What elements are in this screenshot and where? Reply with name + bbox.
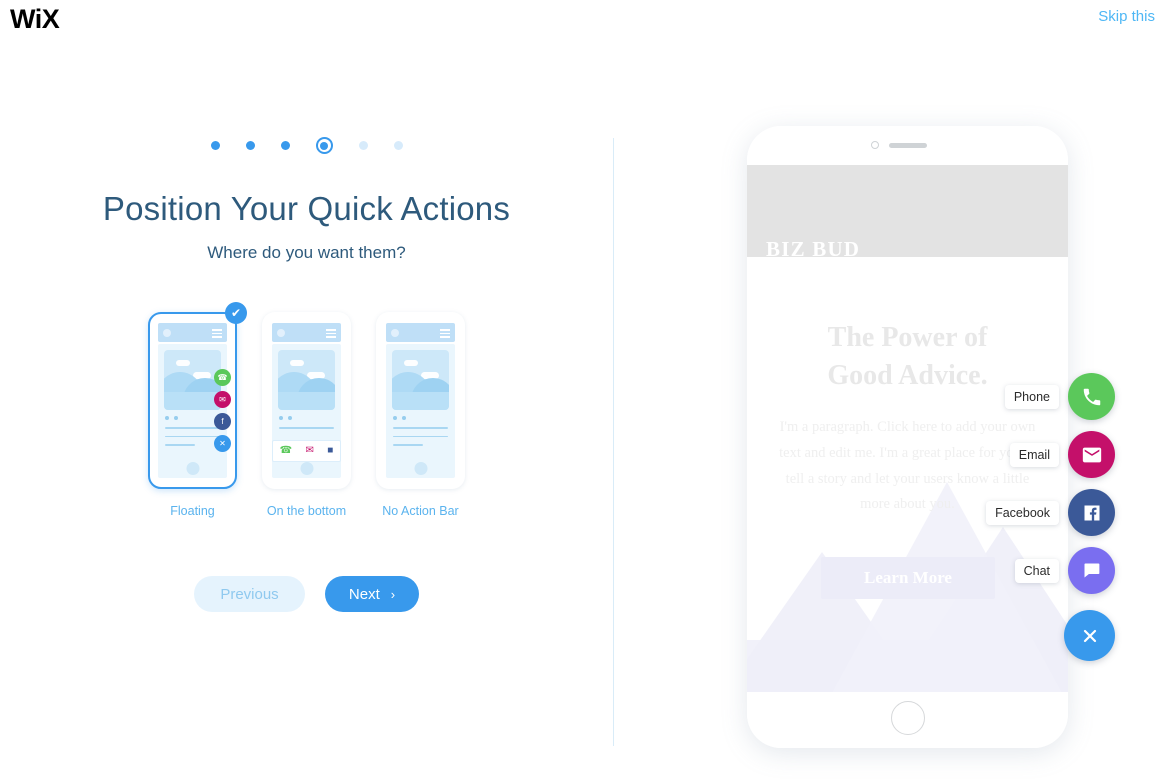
mini-text-lines: [393, 427, 448, 453]
quick-action-tooltip-phone: Phone: [1004, 384, 1059, 409]
progress-dot-6[interactable]: [393, 141, 403, 150]
facebook-icon[interactable]: [1068, 489, 1115, 536]
cloud-icon: [404, 360, 418, 366]
page-subtitle: Where do you want them?: [207, 243, 406, 262]
chat-icon[interactable]: [1068, 547, 1115, 594]
quick-action-tooltip-facebook: Facebook: [986, 500, 1059, 525]
mini-dots: [279, 416, 292, 420]
preview-heading-line1: The Power of: [827, 322, 988, 353]
option-no-action-bar-frame[interactable]: [376, 312, 465, 489]
mini-site-body: [386, 344, 455, 478]
quick-action-tooltip-chat: Chat: [1014, 558, 1059, 583]
mini-action-bar: ☎ ✉ ■: [272, 440, 341, 462]
mini-site-header: [272, 323, 341, 342]
progress-dot-1[interactable]: [210, 141, 220, 150]
close-icon[interactable]: [1064, 610, 1115, 661]
quick-action-email[interactable]: Email: [1009, 431, 1115, 478]
mini-logo-dot: [391, 329, 399, 337]
mini-text-lines: [279, 427, 334, 436]
option-on-the-bottom-frame[interactable]: ☎ ✉ ■: [262, 312, 351, 489]
cloud-icon: [176, 360, 190, 366]
home-button[interactable]: [890, 701, 925, 735]
onboarding-page: WiX Skip this Position Your Quick Action…: [0, 0, 1175, 784]
quick-action-tooltip-email: Email: [1009, 442, 1059, 467]
option-list: ✔ ☎ ✉ f ✕ Floating ☎ ✉ ■ On the bottom N…: [136, 302, 478, 518]
wizard-navigation: Previous Next ›: [194, 576, 419, 612]
mini-facebook-icon: f: [214, 413, 231, 430]
mini-phone-icon: ☎: [279, 445, 293, 456]
phone-mockup-none: [382, 319, 459, 482]
water-shape: [392, 392, 449, 410]
option-label-no-action-bar: No Action Bar: [382, 504, 459, 518]
mini-site-header: [158, 323, 227, 342]
chevron-right-icon: ›: [390, 586, 396, 602]
mini-email-icon: ✉: [214, 391, 231, 408]
phone-mockup-bottom: ☎ ✉ ■: [268, 319, 345, 482]
mini-hero-image: [392, 350, 449, 410]
option-on-the-bottom[interactable]: ☎ ✉ ■ On the bottom: [250, 312, 364, 518]
panel-divider: [613, 138, 614, 746]
next-button-label: Next: [348, 585, 380, 603]
phone-icon[interactable]: [1068, 373, 1115, 420]
quick-action-facebook[interactable]: Facebook: [986, 489, 1115, 536]
mini-hero-image: [164, 350, 221, 410]
mini-hero-image: [278, 350, 335, 410]
quick-action-chat[interactable]: Chat: [1014, 547, 1115, 594]
mini-home-button: [414, 462, 427, 475]
mini-floating-actions: ☎ ✉ f ✕: [214, 369, 231, 452]
progress-dot-3[interactable]: [280, 141, 290, 150]
preview-site-header: BIZ BUD: [747, 165, 1068, 261]
mini-menu-icon: [440, 329, 450, 340]
previous-button[interactable]: Previous: [194, 576, 305, 612]
progress-dot-4-active[interactable]: [315, 137, 333, 154]
skip-this-link[interactable]: Skip this: [1098, 8, 1155, 25]
camera-icon: [871, 141, 879, 149]
mini-dots: [393, 416, 406, 420]
quick-action-phone[interactable]: Phone: [1004, 373, 1115, 420]
phone-mockup-floating: ☎ ✉ f ✕: [154, 319, 231, 482]
option-floating-frame[interactable]: ✔ ☎ ✉ f ✕: [148, 302, 247, 489]
water-shape: [278, 392, 335, 410]
wizard-panel: Position Your Quick Actions Where do you…: [0, 0, 613, 784]
quick-action-close[interactable]: [1064, 610, 1115, 661]
progress-dot-2[interactable]: [245, 141, 255, 150]
phone-top-bar: [747, 126, 1068, 165]
mini-close-icon: ✕: [214, 435, 231, 452]
next-button[interactable]: Next ›: [325, 576, 419, 612]
learn-more-button[interactable]: Learn More: [821, 557, 995, 599]
email-icon[interactable]: [1068, 431, 1115, 478]
option-no-action-bar[interactable]: No Action Bar: [364, 312, 478, 518]
progress-dot-5[interactable]: [358, 141, 368, 150]
mini-phone-icon: ☎: [214, 369, 231, 386]
mini-home-button: [300, 462, 313, 475]
mini-email-icon: ✉: [305, 445, 314, 456]
phone-bottom-bar: [747, 692, 1068, 748]
option-label-floating: Floating: [170, 504, 215, 518]
mini-logo-dot: [277, 329, 285, 337]
mini-logo-dot: [163, 329, 171, 337]
mini-site-header: [386, 323, 455, 342]
mini-facebook-icon: ■: [327, 445, 334, 456]
option-label-on-the-bottom: On the bottom: [266, 504, 347, 518]
water-shape: [164, 392, 221, 410]
mini-home-button: [186, 462, 199, 475]
mini-text-lines: [165, 427, 220, 453]
mobile-preview: BIZ BUD The Power of Good Advice. I'm a …: [747, 126, 1115, 748]
mini-menu-icon: [212, 329, 222, 340]
option-floating[interactable]: ✔ ☎ ✉ f ✕ Floating: [136, 302, 250, 518]
speaker-icon: [889, 143, 927, 148]
mini-dots: [165, 416, 178, 420]
progress-dots: [210, 137, 403, 154]
page-title: Position Your Quick Actions: [102, 190, 511, 227]
cloud-icon: [290, 360, 304, 366]
mini-menu-icon: [326, 329, 336, 340]
